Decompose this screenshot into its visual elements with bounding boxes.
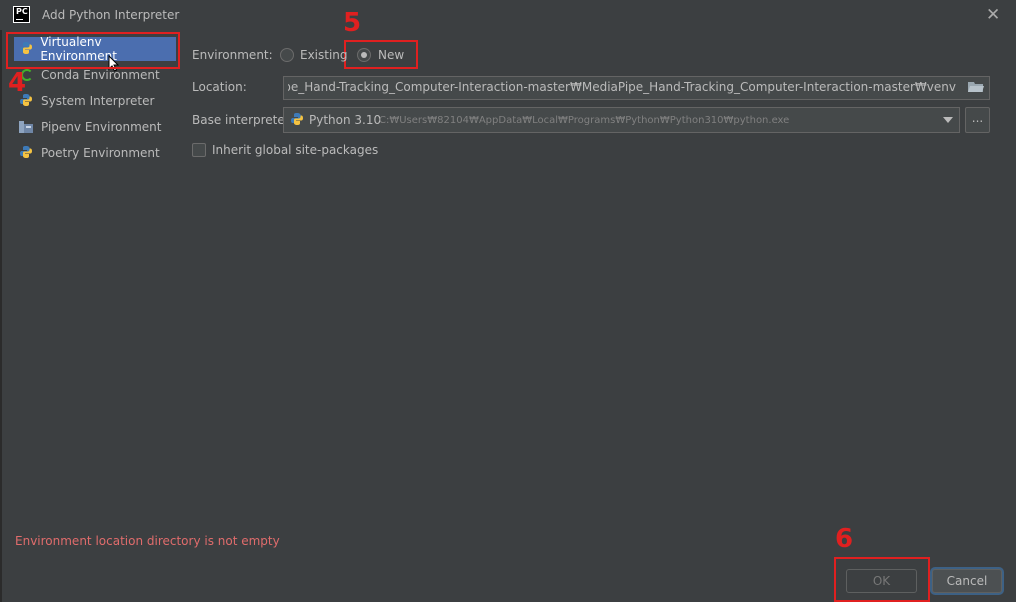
pipenv-icon	[19, 119, 35, 135]
folder-icon[interactable]	[968, 81, 984, 93]
existing-radio[interactable]	[280, 48, 294, 62]
dialog-title: Add Python Interpreter	[42, 8, 180, 22]
poetry-icon	[19, 145, 35, 161]
base-interpreter-label: Base interpreter:	[192, 113, 294, 127]
inherit-packages-label[interactable]: Inherit global site-packages	[212, 143, 378, 157]
annotation-box-step4	[6, 32, 180, 69]
location-field-value[interactable]: ads₩MediaPipe_Hand-Tracking_Computer-Int…	[288, 80, 956, 96]
sidebar-item-label: System Interpreter	[41, 94, 155, 108]
environment-label: Environment:	[192, 48, 273, 62]
window-edge	[0, 30, 2, 602]
annotation-number-step4: 4	[8, 68, 27, 98]
new-radio[interactable]	[357, 48, 371, 62]
sidebar-item-label: Pipenv Environment	[41, 120, 162, 134]
sidebar-item-pipenv[interactable]: Pipenv Environment	[14, 115, 176, 139]
ok-button[interactable]: OK	[846, 569, 917, 593]
annotation-number-step5: 5	[343, 8, 362, 38]
sidebar-item-poetry[interactable]: Poetry Environment	[14, 141, 176, 165]
browse-interpreter-button[interactable]: ...	[965, 107, 990, 133]
location-label: Location:	[192, 80, 247, 94]
pycharm-logo-icon: PC	[13, 6, 30, 23]
close-icon[interactable]: ✕	[986, 5, 1000, 25]
sidebar-item-label: Poetry Environment	[41, 146, 160, 160]
existing-radio-label[interactable]: Existing	[300, 48, 348, 62]
new-radio-label[interactable]: New	[378, 48, 404, 62]
sidebar-item-system-interpreter[interactable]: System Interpreter	[14, 89, 176, 113]
inherit-packages-checkbox[interactable]	[192, 143, 206, 157]
sidebar-item-label: Conda Environment	[41, 68, 160, 82]
cancel-button[interactable]: Cancel	[932, 569, 1002, 593]
error-message: Environment location directory is not em…	[15, 534, 280, 548]
base-interpreter-path: C:₩Users₩82104₩AppData₩Local₩Programs₩Py…	[379, 115, 790, 126]
chevron-down-icon[interactable]	[943, 117, 953, 123]
annotation-number-step6: 6	[835, 524, 854, 554]
python-icon	[290, 112, 306, 128]
base-interpreter-name: Python 3.10	[309, 113, 382, 127]
